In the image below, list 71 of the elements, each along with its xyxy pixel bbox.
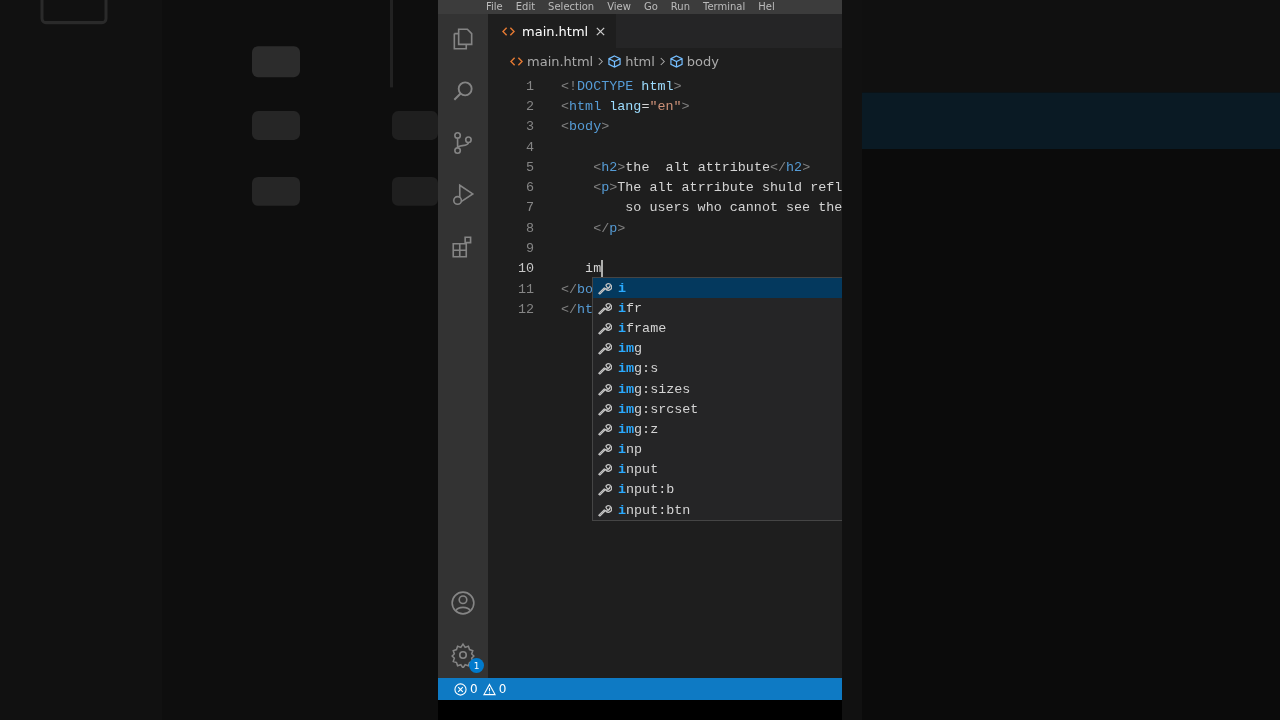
menu-item[interactable]: Terminal [703, 1, 746, 13]
error-icon[interactable] [454, 682, 467, 696]
code-line: im [584, 260, 604, 278]
code-line: <!DOCTYPE html> [561, 78, 682, 94]
code-line: </ht [561, 301, 594, 317]
breadcrumb-item[interactable]: body [686, 53, 719, 69]
line-number: 11 [516, 281, 535, 297]
breadcrumb-item[interactable]: html [625, 53, 655, 69]
code-line: so users who cannot see the [624, 200, 842, 216]
suggestion-item[interactable]: i [593, 278, 842, 299]
code-line: </bo [561, 281, 594, 297]
code-line: <h2>the alt attribute</h2> [592, 159, 811, 175]
suggestion-item[interactable]: img:srcset [593, 399, 842, 420]
line-number: 12 [516, 301, 535, 317]
suggestion-item[interactable]: inp [593, 439, 842, 460]
suggestion-item[interactable]: input:btn [593, 500, 842, 521]
suggestion-item[interactable]: input:b [593, 479, 842, 501]
suggestion-item[interactable]: ifr [593, 298, 842, 319]
wrench-icon [597, 320, 612, 336]
menu-item[interactable]: Go [643, 1, 658, 13]
wrench-icon [597, 462, 612, 478]
settings-icon[interactable] [450, 642, 476, 668]
warning-icon[interactable] [482, 682, 496, 696]
wrench-icon [597, 300, 612, 316]
suggestion-item[interactable]: input [593, 459, 842, 480]
wrench-icon [597, 341, 612, 357]
wrench-icon [597, 401, 612, 417]
suggestion-item[interactable]: img [593, 338, 842, 359]
line-number: 4 [524, 139, 535, 155]
line-number: 9 [524, 241, 535, 256]
account-icon[interactable] [450, 590, 476, 616]
line-number: 2 [524, 98, 535, 114]
line-number: 8 [524, 220, 535, 236]
wrench-icon [597, 482, 612, 498]
line-number: 3 [524, 119, 535, 135]
error-count[interactable]: 0 [470, 682, 478, 696]
warning-count[interactable]: 0 [498, 682, 507, 696]
line-number: 1 [524, 78, 535, 94]
line-number: 7 [524, 200, 535, 216]
menu-item[interactable]: Run [670, 1, 690, 13]
line-number: 5 [524, 159, 535, 175]
notification-badge: 1 [469, 658, 484, 673]
line-number: 6 [524, 180, 535, 196]
suggestion-item[interactable]: img:s [593, 358, 842, 379]
close-icon[interactable] [595, 25, 607, 37]
menu-item[interactable]: Hel [758, 1, 775, 13]
cube-icon [669, 54, 683, 68]
menu-item[interactable]: File [486, 1, 503, 13]
code-line: <body> [561, 119, 610, 135]
menu-item[interactable]: Edit [515, 1, 536, 13]
wrench-icon [597, 421, 612, 437]
wrench-icon [597, 442, 612, 458]
code-line: </p> [592, 220, 626, 236]
cube-icon [608, 54, 622, 68]
run-debug-icon[interactable] [450, 182, 476, 208]
line-number: 10 [516, 261, 535, 277]
suggestion-item[interactable]: img:z [593, 419, 842, 440]
suggestion-item[interactable]: iframe [593, 318, 842, 339]
chevron-icon [597, 55, 605, 67]
wrench-icon [597, 381, 612, 397]
code-line: <p>The alt atrribute shuld refl [592, 180, 842, 196]
code-line: <html lang="en"> [561, 98, 690, 114]
wrench-icon [597, 502, 612, 518]
chevron-icon [658, 55, 666, 67]
menu-item[interactable]: Selection [548, 1, 595, 13]
editor-tab[interactable]: main.html [488, 14, 617, 48]
wrench-icon [597, 361, 612, 377]
wrench-icon [597, 280, 612, 296]
breadcrumb-item[interactable]: main.html [527, 53, 594, 69]
suggestion-item[interactable]: img:sizes [593, 378, 842, 400]
menu-item[interactable]: View [607, 1, 631, 13]
